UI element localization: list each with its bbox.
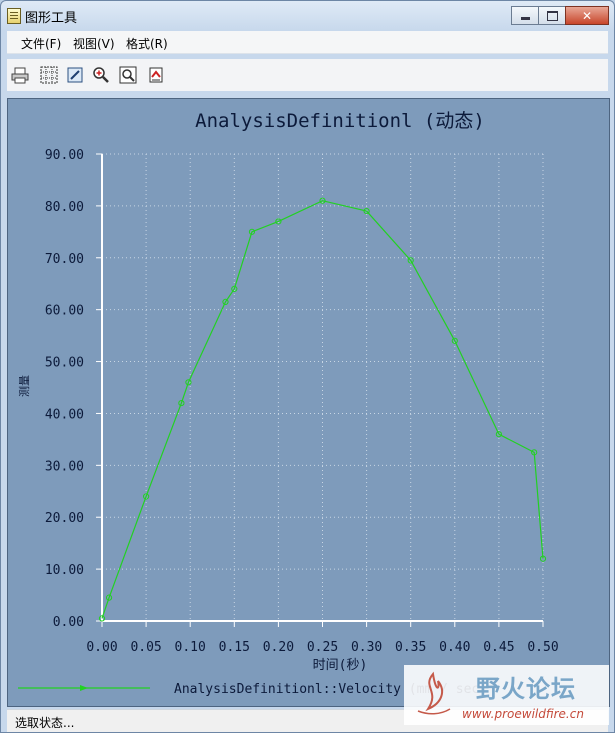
y-tick-label: 10.00 bbox=[45, 563, 84, 578]
window-title: 图形工具 bbox=[25, 11, 78, 26]
status-text: 选取状态... bbox=[15, 716, 75, 730]
title-bar[interactable]: 图形工具 ✕ bbox=[1, 1, 614, 29]
x-tick-label: 0.50 bbox=[527, 640, 558, 655]
y-tick-label: 60.00 bbox=[45, 304, 84, 319]
edit-button[interactable] bbox=[65, 65, 85, 85]
print-icon bbox=[11, 67, 29, 84]
zoom-fit-icon bbox=[119, 66, 137, 84]
zoom-fit-button[interactable] bbox=[118, 65, 138, 85]
x-tick-label: 0.30 bbox=[351, 640, 382, 655]
graph-tool-window: 图形工具 ✕ 文件(F) 视图(V) 格式(R) AnalysisDefinit… bbox=[0, 0, 615, 733]
x-tick-label: 0.25 bbox=[307, 640, 338, 655]
y-tick-label: 90.00 bbox=[45, 148, 84, 163]
x-axis-label: 时间(秒) bbox=[313, 658, 368, 673]
maximize-button[interactable] bbox=[538, 6, 566, 25]
x-tick-label: 0.35 bbox=[395, 640, 426, 655]
maximize-icon bbox=[546, 10, 558, 21]
y-tick-label: 30.00 bbox=[45, 459, 84, 474]
x-tick-label: 0.20 bbox=[263, 640, 294, 655]
edit-icon bbox=[67, 67, 83, 83]
window-controls: ✕ bbox=[511, 6, 609, 25]
y-axis-label: 测量 bbox=[18, 375, 31, 397]
y-tick-label: 50.00 bbox=[45, 356, 84, 371]
export-button[interactable] bbox=[146, 65, 166, 85]
y-tick-label: 40.00 bbox=[45, 407, 84, 422]
zoom-in-button[interactable] bbox=[91, 65, 111, 85]
menu-view[interactable]: 视图(V) bbox=[73, 35, 115, 52]
x-tick-label: 0.40 bbox=[439, 640, 470, 655]
close-icon: ✕ bbox=[581, 8, 593, 23]
minimize-icon bbox=[520, 17, 530, 20]
y-tick-label: 80.00 bbox=[45, 200, 84, 215]
x-tick-label: 0.05 bbox=[130, 640, 161, 655]
grid-icon bbox=[40, 66, 58, 84]
legend-arrow-icon bbox=[80, 685, 88, 691]
minimize-button[interactable] bbox=[511, 6, 539, 25]
menu-bar: 文件(F) 视图(V) 格式(R) bbox=[7, 31, 608, 54]
y-tick-label: 0.00 bbox=[53, 615, 84, 630]
velocity-chart: AnalysisDefinitionl (动态) 0.00 0.05 0.10 0.1… bbox=[18, 110, 559, 697]
flame-logo-icon bbox=[417, 671, 451, 715]
x-tick-label: 0.00 bbox=[86, 640, 117, 655]
watermark-url: www.proewildfire.cn bbox=[462, 707, 584, 721]
x-tick-label: 0.15 bbox=[219, 640, 250, 655]
zoom-in-icon bbox=[93, 67, 109, 83]
print-button[interactable] bbox=[10, 65, 30, 85]
grid-button[interactable] bbox=[39, 65, 59, 85]
toolbar bbox=[7, 59, 608, 91]
chart-title: AnalysisDefinitionl (动态) bbox=[195, 110, 485, 132]
plot-area[interactable]: AnalysisDefinitionl (动态) 0.00 0.05 0.10 0.1… bbox=[7, 98, 610, 707]
series-line bbox=[101, 200, 544, 619]
menu-file[interactable]: 文件(F) bbox=[21, 35, 61, 52]
watermark-brand: 野火论坛 bbox=[476, 675, 576, 703]
menu-format[interactable]: 格式(R) bbox=[126, 35, 168, 52]
y-tick-label: 70.00 bbox=[45, 252, 84, 267]
watermark: 野火论坛 www.proewildfire.cn bbox=[404, 665, 609, 725]
x-tick-label: 0.45 bbox=[483, 640, 514, 655]
close-button[interactable]: ✕ bbox=[565, 6, 609, 25]
x-tick-label: 0.10 bbox=[175, 640, 206, 655]
export-icon bbox=[149, 67, 163, 83]
y-tick-label: 20.00 bbox=[45, 511, 84, 526]
app-icon bbox=[7, 8, 21, 24]
